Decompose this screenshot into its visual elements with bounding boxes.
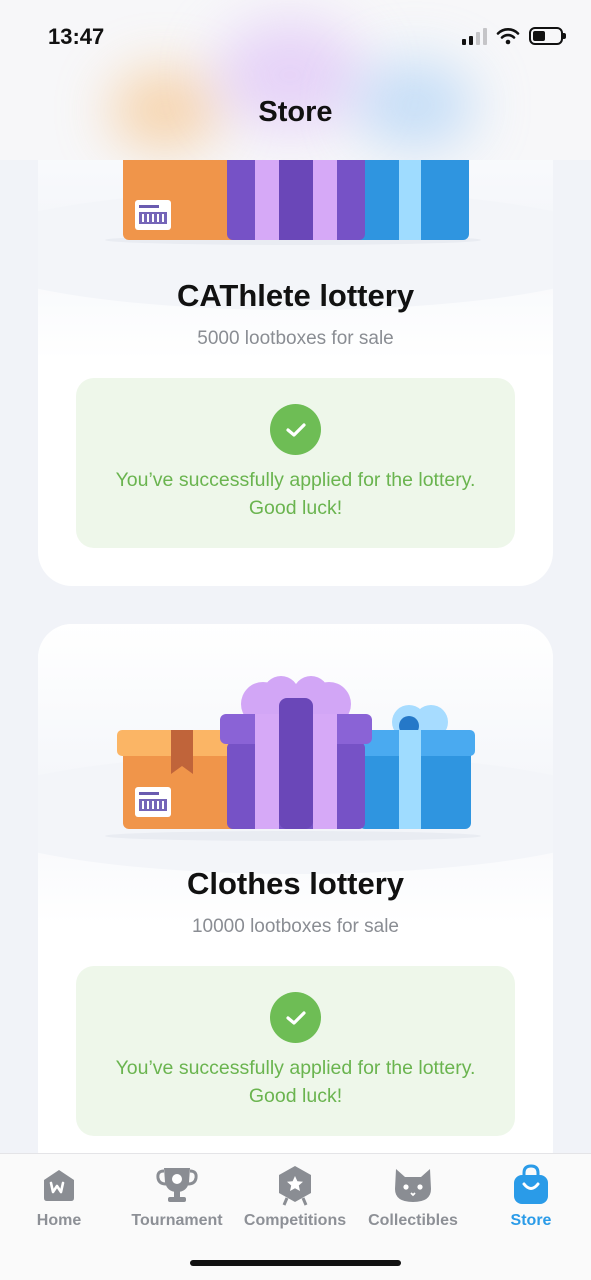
- page-title: Store: [258, 96, 333, 128]
- tab-label: Competitions: [243, 1212, 347, 1229]
- home-indicator: [190, 1260, 401, 1266]
- tab-label: Home: [36, 1212, 82, 1229]
- home-w-icon: [4, 1164, 114, 1206]
- checkmark-icon: [270, 404, 321, 455]
- application-success-banner: You’ve successfully applied for the lott…: [76, 378, 515, 548]
- cat-icon: [358, 1164, 468, 1206]
- tab-home[interactable]: Home: [4, 1164, 114, 1230]
- status-time: 13:47: [48, 24, 105, 49]
- tab-store[interactable]: Store: [476, 1164, 586, 1230]
- tab-competitions[interactable]: Competitions: [240, 1164, 350, 1230]
- tab-collectibles[interactable]: Collectibles: [358, 1164, 468, 1230]
- success-message: You’ve successfully applied for the lott…: [115, 469, 476, 519]
- lootbox-count: 5000 lootboxes for sale: [197, 328, 394, 349]
- lottery-title: Clothes lottery: [186, 866, 405, 901]
- lottery-card-clothes[interactable]: Clothes lottery 10000 lootboxes for sale…: [38, 624, 553, 1155]
- tab-label: Store: [510, 1212, 552, 1229]
- application-success-banner: You’ve successfully applied for the lott…: [76, 966, 515, 1136]
- lottery-title: CAThlete lottery: [176, 278, 415, 313]
- top-bar: 13:47 Store: [0, 0, 591, 160]
- tab-tournament[interactable]: Tournament: [122, 1164, 232, 1230]
- battery-icon: [529, 27, 566, 45]
- wifi-icon: [496, 28, 520, 45]
- status-icons: [462, 27, 566, 45]
- lootbox-count: 10000 lootboxes for sale: [191, 916, 400, 937]
- shopping-bag-icon: [476, 1164, 586, 1206]
- success-message: You’ve successfully applied for the lott…: [115, 1057, 476, 1107]
- cellular-signal-icon: [462, 27, 487, 45]
- checkmark-icon: [270, 992, 321, 1043]
- trophy-icon: [122, 1164, 232, 1206]
- tab-label: Collectibles: [368, 1212, 458, 1229]
- lootboxes-illustration: [103, 674, 493, 844]
- hexagon-star-icon: [240, 1164, 350, 1206]
- store-scroll-area[interactable]: CAThlete lottery 5000 lootboxes for sale…: [0, 0, 591, 1155]
- tab-label: Tournament: [131, 1212, 223, 1229]
